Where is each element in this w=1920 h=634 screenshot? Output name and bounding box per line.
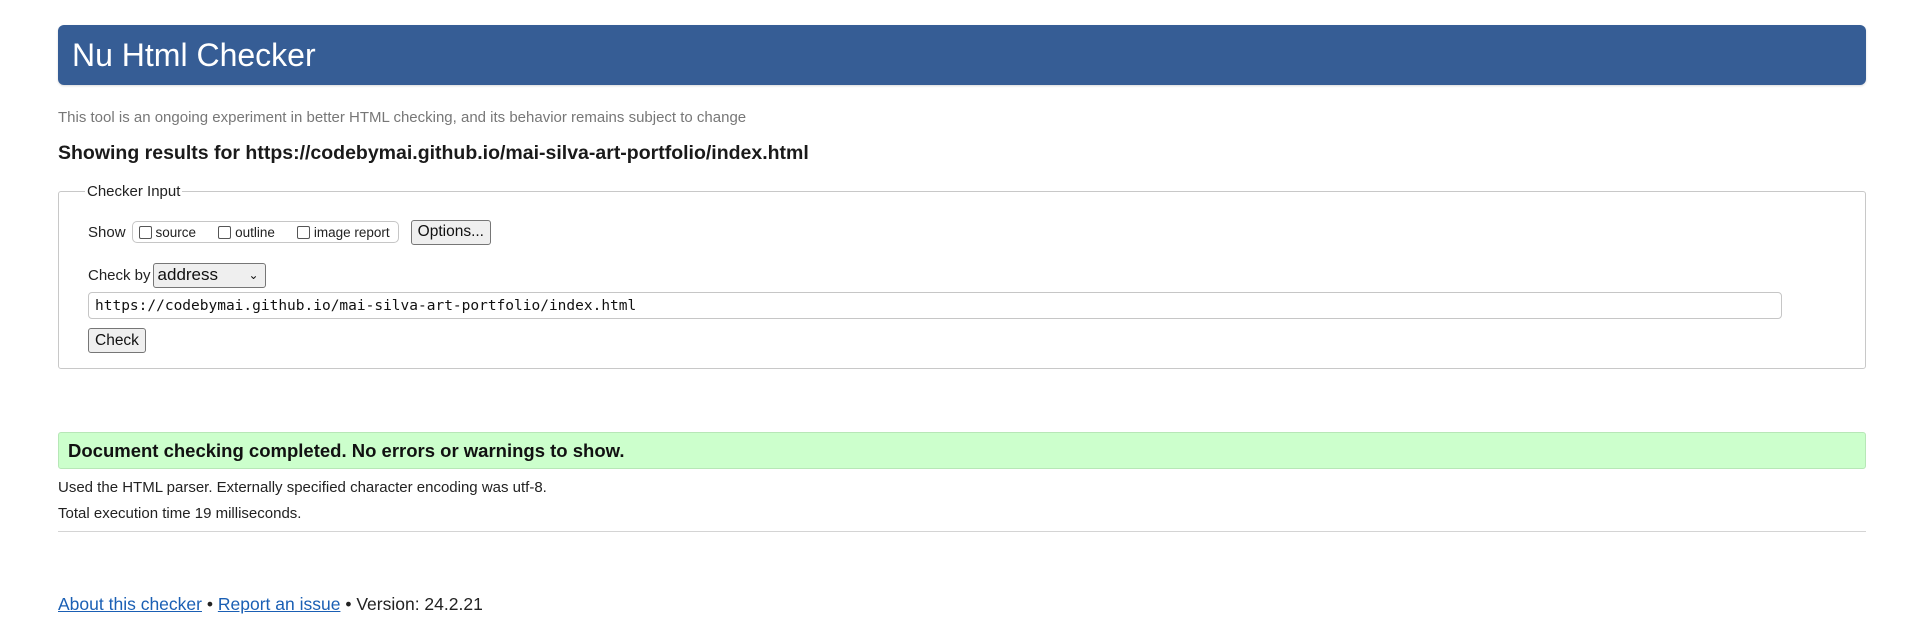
check-by-selected-value: address <box>157 265 219 284</box>
url-input-value: https://codebymai.github.io/mai-silva-ar… <box>95 297 637 314</box>
url-input[interactable]: https://codebymai.github.io/mai-silva-ar… <box>88 292 1782 319</box>
footer-separator-2: • <box>345 594 352 614</box>
source-checkbox[interactable] <box>138 225 152 239</box>
version-text: Version: 24.2.21 <box>356 594 483 614</box>
report-issue-link[interactable]: Report an issue <box>218 594 341 614</box>
show-options-row: Show source outline image report Options… <box>88 219 491 245</box>
checker-input-legend: Checker Input <box>85 183 183 200</box>
page-title: Nu Html Checker <box>72 37 316 73</box>
image-report-checkbox[interactable] <box>296 225 310 239</box>
outline-label: outline <box>235 224 275 240</box>
show-options-group: source outline image report <box>131 221 399 243</box>
execution-time: Total execution time 19 milliseconds. <box>58 505 302 522</box>
show-source-option[interactable]: source <box>138 224 197 240</box>
divider <box>58 531 1866 532</box>
show-image-report-option[interactable]: image report <box>296 224 390 240</box>
footer: About this checker • Report an issue • V… <box>58 594 483 615</box>
success-message: Document checking completed. No errors o… <box>58 432 1866 469</box>
parser-info: Used the HTML parser. Externally specifi… <box>58 479 547 496</box>
check-by-select[interactable]: address ⌄ <box>152 262 266 288</box>
show-outline-option[interactable]: outline <box>218 225 275 240</box>
checker-input-fieldset: Checker Input Show source outline image … <box>58 183 1866 369</box>
options-button[interactable]: Options... <box>410 219 491 245</box>
outline-checkbox[interactable] <box>218 225 232 239</box>
source-label: source <box>155 224 197 240</box>
about-checker-link[interactable]: About this checker <box>58 594 202 614</box>
check-by-label: Check by <box>88 266 151 284</box>
header-banner: Nu Html Checker <box>58 25 1866 85</box>
results-heading: Showing results for https://codebymai.gi… <box>58 142 809 164</box>
image-report-label: image report <box>313 224 390 240</box>
chevron-down-icon: ⌄ <box>248 268 259 282</box>
check-button[interactable]: Check <box>88 328 146 353</box>
check-by-row: Check by address ⌄ <box>88 262 266 288</box>
show-label: Show <box>88 223 126 241</box>
success-message-text: Document checking completed. No errors o… <box>68 439 625 461</box>
footer-separator-1: • <box>206 594 213 614</box>
tagline: This tool is an ongoing experiment in be… <box>58 109 747 126</box>
